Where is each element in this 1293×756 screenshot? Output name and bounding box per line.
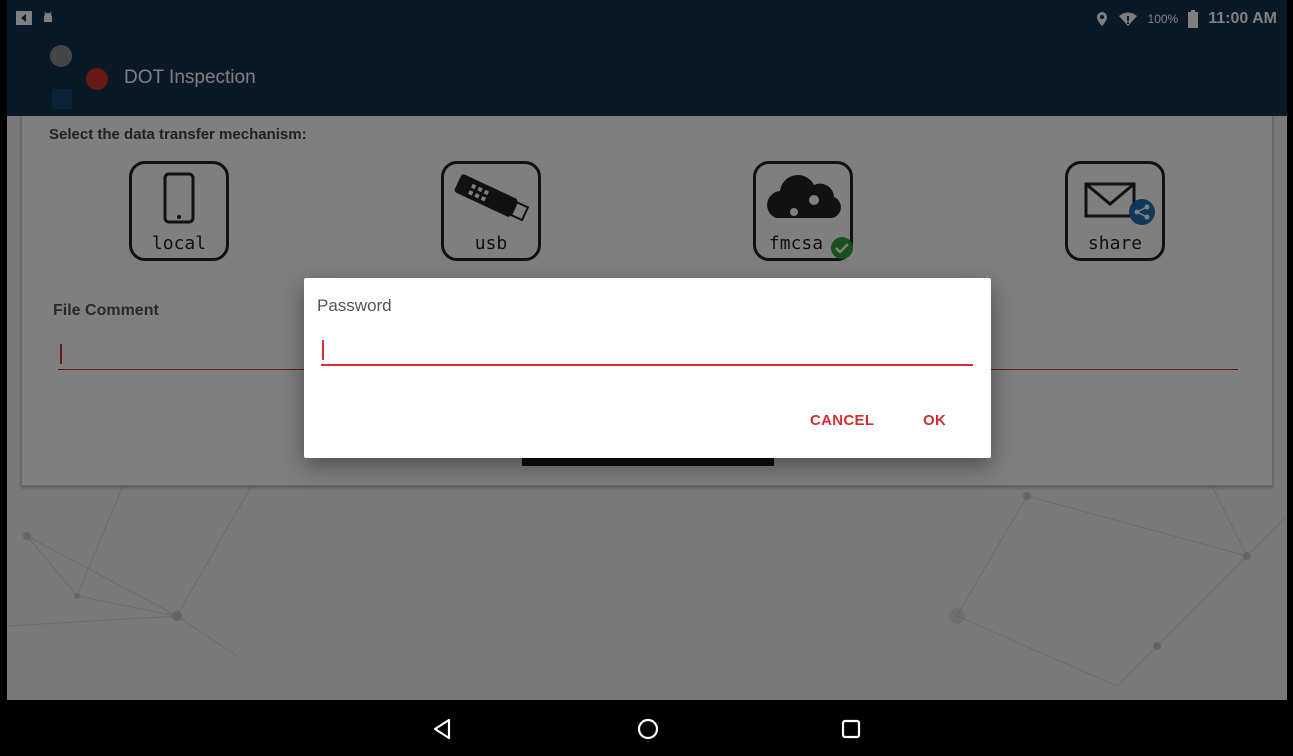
back-icon[interactable] <box>430 716 456 742</box>
text-cursor <box>322 340 324 360</box>
home-icon[interactable] <box>635 716 661 742</box>
navigation-bar <box>0 700 1293 756</box>
ok-button[interactable]: OK <box>923 412 946 429</box>
password-input[interactable] <box>321 338 973 366</box>
dialog-title: Password <box>317 296 392 315</box>
cancel-button[interactable]: CANCEL <box>810 412 874 429</box>
password-dialog: Password CANCEL OK <box>304 278 991 458</box>
screen: 100% 11:00 AM DOT Inspection <box>7 0 1287 756</box>
recents-icon[interactable] <box>838 716 864 742</box>
